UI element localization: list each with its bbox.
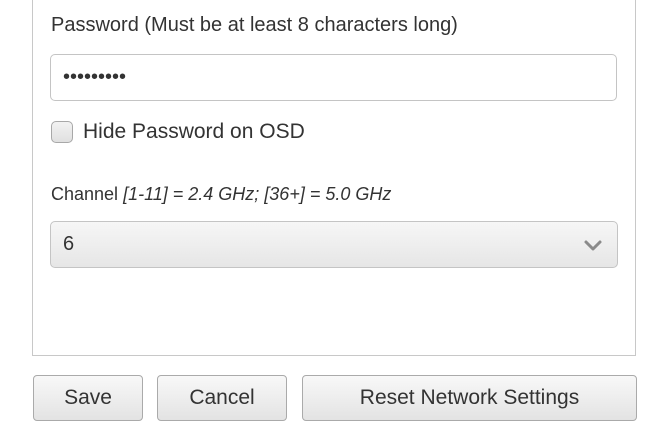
channel-label-prefix: Channel — [51, 184, 124, 204]
channel-label: Channel [1-11] = 2.4 GHz; [36+] = 5.0 GH… — [51, 184, 391, 205]
save-button[interactable]: Save — [33, 375, 143, 421]
cancel-button[interactable]: Cancel — [157, 375, 287, 421]
channel-selected-value: 6 — [63, 233, 75, 255]
channel-select[interactable]: 6 — [50, 221, 618, 268]
network-settings-view: Password (Must be at least 8 characters … — [0, 0, 652, 430]
hide-password-checkbox[interactable] — [51, 121, 73, 143]
channel-range-hint: [1-11] = 2.4 GHz; [36+] = 5.0 GHz — [123, 184, 392, 204]
chevron-down-icon — [583, 238, 603, 252]
hide-password-label: Hide Password on OSD — [83, 120, 305, 143]
hide-password-option[interactable]: Hide Password on OSD — [50, 118, 305, 146]
reset-network-settings-button[interactable]: Reset Network Settings — [302, 375, 637, 421]
password-label: Password (Must be at least 8 characters … — [51, 14, 458, 36]
password-input[interactable] — [50, 54, 617, 101]
